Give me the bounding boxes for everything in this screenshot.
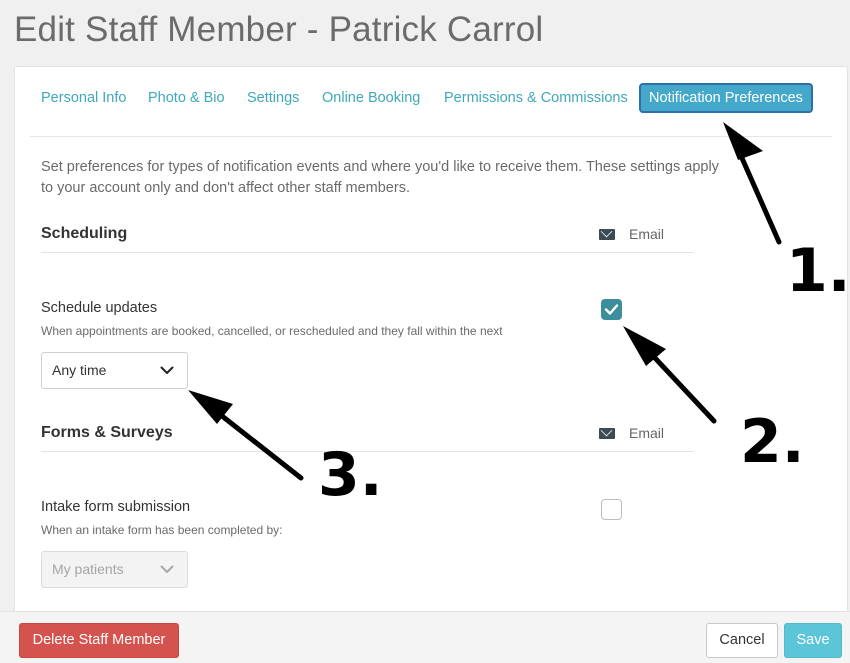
step-2-label: 2. [740,407,805,477]
intake-form-patients-select[interactable]: My patients [41,551,188,588]
schedule-updates-description: When appointments are booked, cancelled,… [41,324,503,338]
chevron-down-icon [160,552,174,587]
tab-personal-info[interactable]: Personal Info [41,83,126,113]
intake-form-description: When an intake form has been completed b… [41,523,283,537]
intake-form-select-value: My patients [52,561,124,577]
tab-permissions-commissions[interactable]: Permissions & Commissions [444,83,628,113]
tab-online-booking[interactable]: Online Booking [322,83,420,113]
forms-section-title: Forms & Surveys [41,424,173,441]
mail-icon [599,428,615,439]
intake-form-email-checkbox[interactable] [601,499,622,520]
forms-email-column: Email [599,425,664,441]
scheduling-email-column: Email [599,226,664,242]
mail-icon [599,229,615,240]
tab-settings[interactable]: Settings [247,83,299,113]
chevron-down-icon [160,353,174,388]
step-3-label: 3. [318,440,383,510]
check-icon [604,304,619,315]
scheduling-section-header: Scheduling Email [41,225,694,253]
edit-staff-card: Personal Info Photo & Bio Settings Onlin… [14,66,848,626]
schedule-updates-title: Schedule updates [41,300,158,316]
intake-form-title: Intake form submission [41,499,191,515]
email-column-label: Email [629,226,665,242]
tab-notification-preferences[interactable]: Notification Preferences [639,83,813,113]
scheduling-section-title: Scheduling [41,225,128,242]
tab-bar: Personal Info Photo & Bio Settings Onlin… [30,83,832,137]
step-1-label: 1. [786,236,850,306]
email-column-label: Email [629,425,665,441]
tab-photo-bio[interactable]: Photo & Bio [148,83,225,113]
delete-staff-member-button[interactable]: Delete Staff Member [19,623,179,658]
page-title: Edit Staff Member - Patrick Carrol [14,10,544,49]
save-button[interactable]: Save [784,623,842,658]
schedule-updates-timeframe-select[interactable]: Any time [41,352,188,389]
schedule-updates-email-checkbox[interactable] [601,299,622,320]
cancel-button[interactable]: Cancel [706,623,778,658]
intro-text: Set preferences for types of notificatio… [41,159,719,196]
schedule-updates-select-value: Any time [52,362,107,378]
footer-bar: Delete Staff Member Cancel Save [0,611,850,663]
